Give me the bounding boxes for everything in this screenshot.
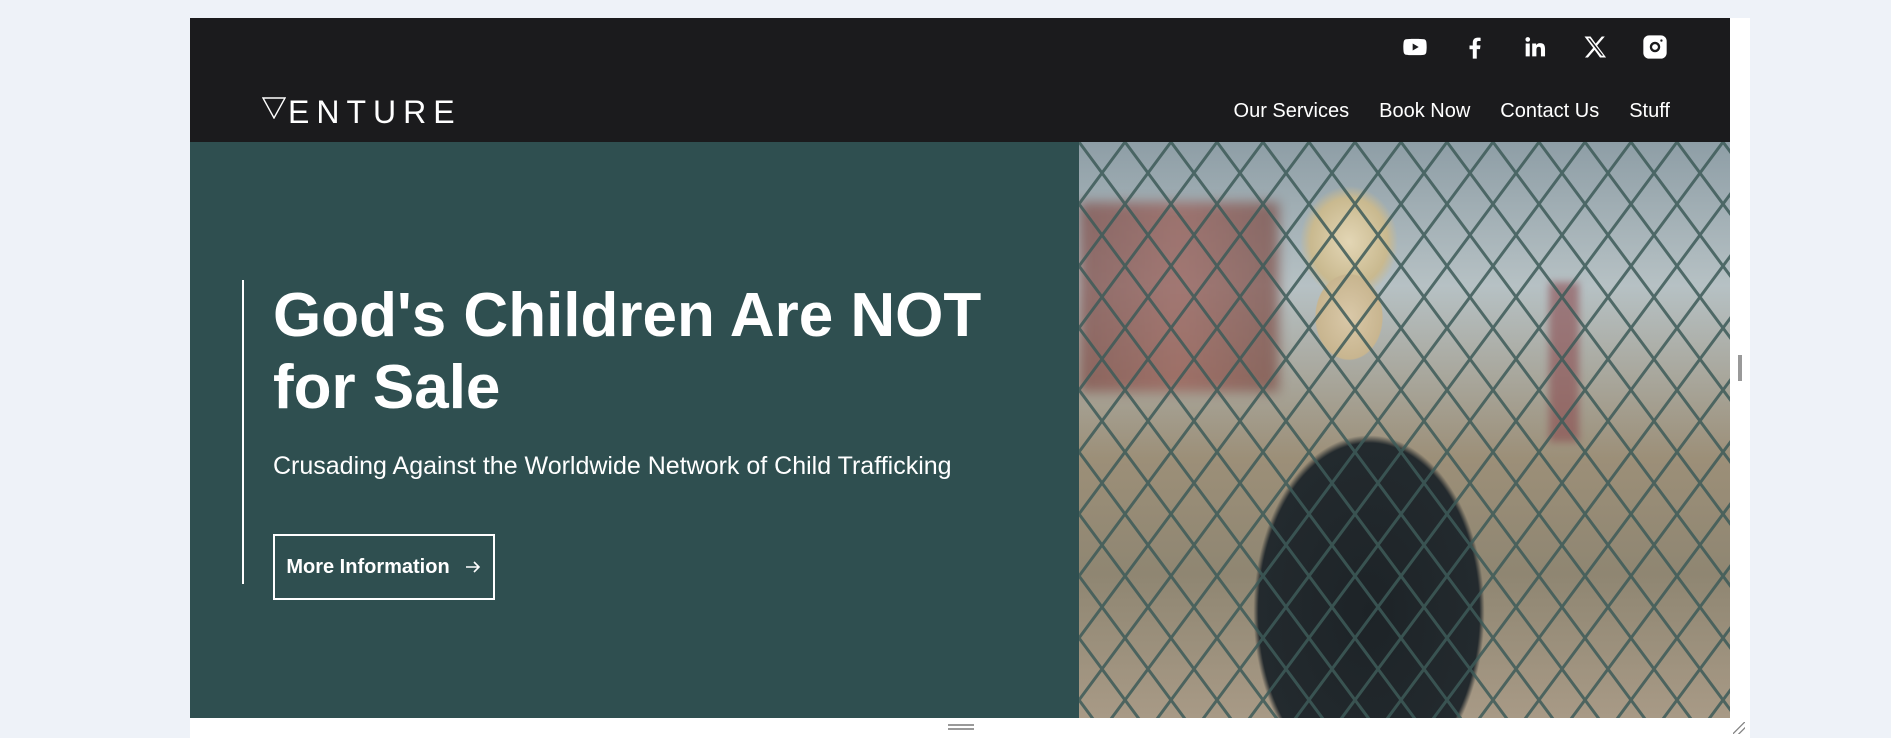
more-information-button[interactable]: More Information [273, 534, 495, 600]
nav-our-services[interactable]: Our Services [1234, 100, 1350, 123]
facebook-icon[interactable] [1460, 32, 1490, 62]
logo-v-mark [262, 97, 286, 119]
nav-stuff[interactable]: Stuff [1629, 100, 1670, 123]
resize-grip-icon[interactable] [1733, 722, 1745, 734]
website: ENTURE Our Services Book Now Contact Us … [190, 18, 1730, 718]
main-nav: Our Services Book Now Contact Us Stuff [1234, 100, 1670, 123]
logo-text: ENTURE [288, 94, 462, 130]
hero-subheadline: Crusading Against the Worldwide Network … [273, 452, 952, 480]
vertical-resize-handle[interactable] [1738, 355, 1742, 381]
instagram-icon[interactable] [1640, 32, 1670, 62]
accent-divider [242, 280, 244, 584]
social-links [1400, 32, 1670, 62]
site-logo[interactable]: ENTURE [262, 94, 462, 131]
hero-headline: God's Children Are NOT for Sale [273, 281, 982, 422]
arrow-right-icon [465, 561, 480, 573]
horizontal-resize-handle[interactable] [948, 724, 974, 730]
hero-text-panel: God's Children Are NOT for Sale Crusadin… [190, 142, 1079, 718]
hero-image [1079, 142, 1730, 718]
nav-book-now[interactable]: Book Now [1379, 100, 1470, 123]
linkedin-icon[interactable] [1520, 32, 1550, 62]
site-header: ENTURE Our Services Book Now Contact Us … [190, 18, 1730, 142]
chain-link-fence [1079, 142, 1730, 718]
browser-frame: ENTURE Our Services Book Now Contact Us … [190, 18, 1750, 738]
x-icon[interactable] [1580, 32, 1610, 62]
youtube-icon[interactable] [1400, 32, 1430, 62]
nav-contact-us[interactable]: Contact Us [1500, 100, 1599, 123]
more-information-label: More Information [286, 555, 450, 578]
